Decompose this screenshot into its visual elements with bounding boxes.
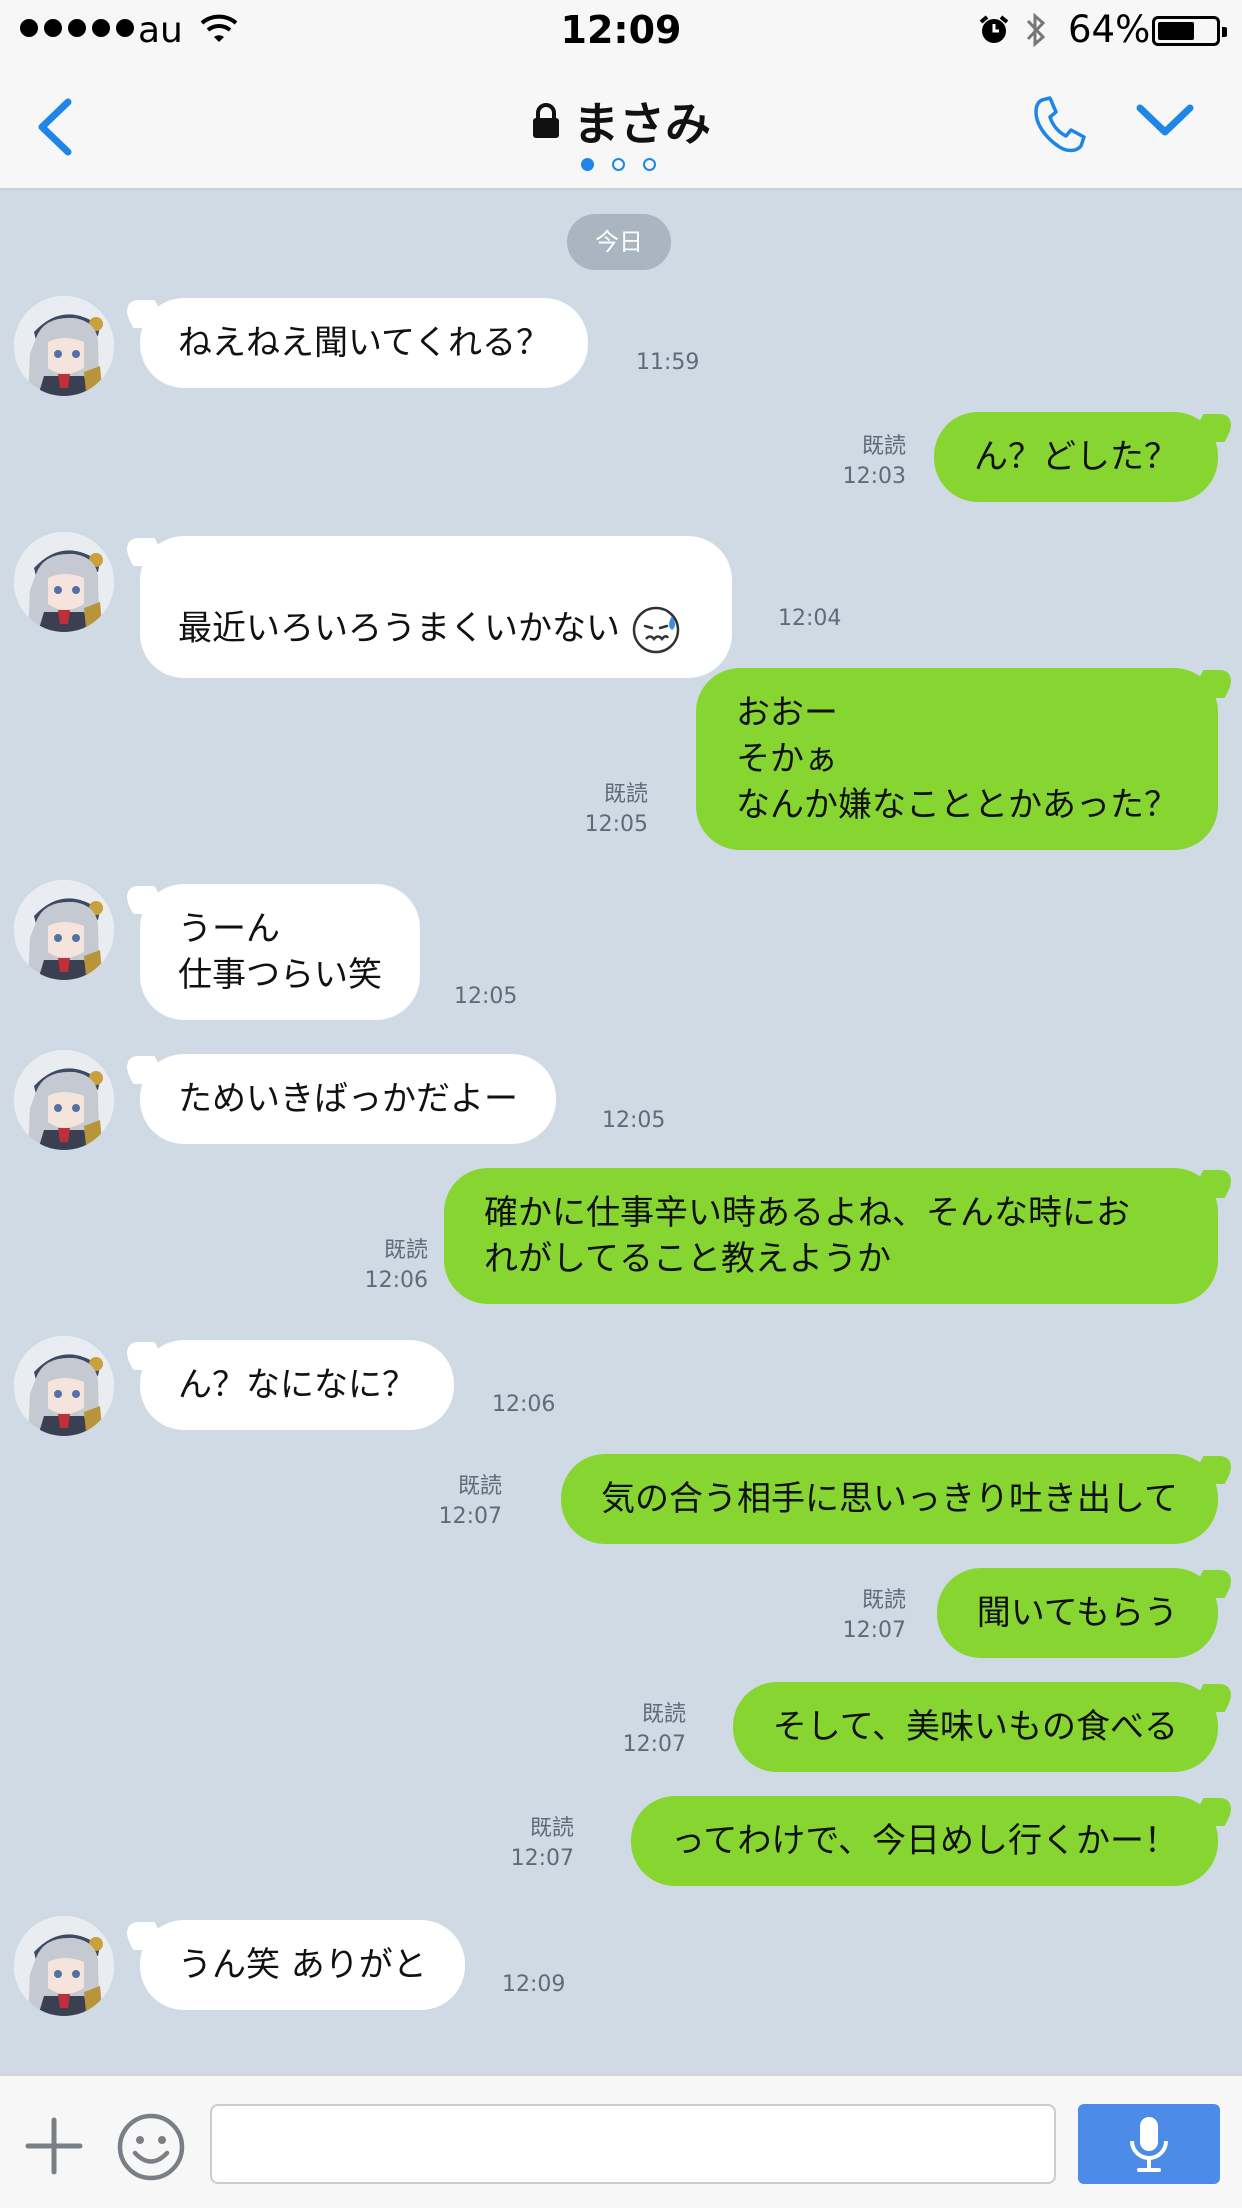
status-bar: au 12:09 64% — [0, 0, 1242, 62]
read-label: 既読 — [861, 1588, 906, 1613]
message-time: 12:03 — [842, 464, 906, 489]
battery-percent: 64% — [1068, 8, 1151, 51]
message-time: 12:07 — [842, 1618, 906, 1643]
battery-icon — [1152, 16, 1227, 46]
read-receipt: 既読 12:07 — [623, 1700, 686, 1760]
message-input-bar — [0, 2074, 1242, 2208]
message-time: 12:07 — [438, 1504, 502, 1529]
lock-icon — [533, 103, 559, 138]
incoming-message: ためいきばっかだよー — [140, 1054, 556, 1144]
contact-avatar[interactable] — [14, 1916, 114, 2016]
incoming-message: 最近いろいろうまくいかない — [140, 536, 732, 678]
contact-avatar[interactable] — [14, 296, 114, 396]
message-input[interactable] — [210, 2104, 1056, 2184]
read-receipt: 既読 12:07 — [439, 1472, 502, 1532]
outgoing-message: 気の合う相手に思いっきり吐き出して — [561, 1454, 1218, 1544]
read-label: 既読 — [641, 1702, 686, 1727]
read-receipt: 既読 12:07 — [511, 1814, 574, 1874]
outgoing-message: そして、美味いもの食べる — [732, 1682, 1218, 1772]
contact-avatar[interactable] — [14, 880, 114, 980]
chat-header: まさみ — [0, 62, 1242, 190]
smiley-icon[interactable] — [116, 2112, 186, 2182]
incoming-message: ん？なになに？ — [140, 1340, 454, 1430]
page-dot — [581, 158, 594, 171]
message-time: 12:05 — [584, 812, 648, 837]
message-time: 12:07 — [510, 1846, 574, 1871]
read-label: 既読 — [457, 1474, 502, 1499]
outgoing-message: ってわけで、今日めし行くかー！ — [631, 1796, 1218, 1886]
message-time: 12:09 — [502, 1972, 566, 1997]
incoming-message: ねえねえ聞いてくれる？ — [140, 298, 588, 388]
message-time: 12:05 — [454, 984, 518, 1009]
page-indicator — [581, 158, 656, 171]
message-time: 12:05 — [602, 1108, 666, 1133]
date-separator: 今日 — [567, 214, 671, 270]
read-label: 既読 — [529, 1816, 574, 1841]
message-time: 11:59 — [636, 350, 700, 375]
incoming-message: うん笑 ありがと — [140, 1920, 465, 2010]
clock: 12:09 — [560, 8, 682, 52]
read-receipt: 既読 12:03 — [843, 432, 906, 492]
bluetooth-icon — [1026, 12, 1046, 48]
alarm-icon — [979, 15, 1009, 43]
message-text: 最近いろいろうまくいかない — [178, 608, 620, 649]
read-receipt: 既読 12:07 — [843, 1586, 906, 1646]
contact-avatar[interactable] — [14, 1050, 114, 1150]
incoming-message: うーん 仕事つらい笑 — [140, 884, 420, 1020]
voice-button[interactable] — [1078, 2104, 1220, 2184]
message-time: 12:06 — [492, 1392, 556, 1417]
read-receipt: 既読 12:05 — [585, 780, 648, 840]
page-dot — [643, 158, 656, 171]
contact-name: まさみ — [573, 97, 711, 151]
read-label: 既読 — [861, 434, 906, 459]
page-dot — [612, 158, 625, 171]
outgoing-message: 確かに仕事辛い時あるよね、そんな時にお れがしてること教えようか — [444, 1168, 1218, 1304]
plus-icon[interactable] — [24, 2116, 84, 2176]
message-time: 12:06 — [364, 1268, 428, 1293]
contact-avatar[interactable] — [14, 1336, 114, 1436]
read-label: 既読 — [603, 782, 648, 807]
read-receipt: 既読 12:06 — [365, 1236, 428, 1296]
sweat-face-icon — [632, 606, 680, 654]
message-time: 12:04 — [778, 606, 842, 631]
outgoing-message: 聞いてもらう — [936, 1568, 1218, 1658]
microphone-icon — [1130, 2117, 1168, 2172]
outgoing-message: ん？どした？ — [934, 412, 1218, 502]
read-label: 既読 — [383, 1238, 428, 1263]
chevron-down-icon[interactable] — [1136, 102, 1194, 138]
message-time: 12:07 — [622, 1732, 686, 1757]
contact-avatar[interactable] — [14, 532, 114, 632]
phone-icon[interactable] — [1030, 94, 1086, 154]
outgoing-message: おおー そかぁ なんか嫌なこととかあった？ — [696, 668, 1218, 850]
